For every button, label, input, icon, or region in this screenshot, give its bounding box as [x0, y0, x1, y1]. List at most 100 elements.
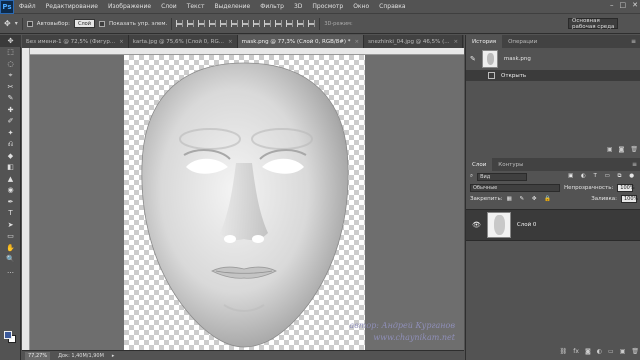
show-controls-checkbox[interactable] — [98, 20, 105, 27]
tab-layers[interactable]: Слои — [466, 158, 493, 171]
filter-icons[interactable]: ▣ ◐ T ▭ ⧉ ● — [568, 173, 637, 180]
layer-name[interactable]: Слой 0 — [517, 222, 537, 228]
options-bar: ✥ ▾ Автовыбор: Слой Показать упр. элем. … — [0, 14, 640, 34]
tool-button[interactable]: ⌖ — [0, 70, 21, 82]
tool-button[interactable]: ➤ — [0, 219, 21, 231]
menu-item[interactable]: Окно — [348, 3, 374, 10]
new-document-icon[interactable]: ▣ — [607, 146, 613, 153]
close-tab-icon[interactable]: × — [354, 39, 359, 45]
distribute-bottom-icon[interactable] — [264, 20, 272, 27]
tool-button[interactable]: ✦ — [0, 127, 21, 139]
tool-button[interactable]: ✥ — [0, 35, 21, 47]
menu-item[interactable]: Выделение — [209, 3, 255, 10]
zoom-field[interactable]: 77,27% — [25, 351, 51, 360]
tab-paths[interactable]: Контуры — [492, 158, 529, 171]
mask-image[interactable] — [124, 55, 365, 350]
menu-item[interactable]: Просмотр — [307, 3, 348, 10]
tool-button[interactable]: ⬚ — [0, 47, 21, 59]
close-button[interactable]: ✕ — [632, 1, 638, 9]
tab-history[interactable]: История — [466, 35, 503, 48]
tool-button[interactable]: ◌ — [0, 58, 21, 70]
menu-item[interactable]: Слои — [156, 3, 182, 10]
lock-icons[interactable]: ▦ ✎ ✥ 🔒 — [507, 196, 555, 202]
group-icon[interactable]: ▭ — [608, 348, 614, 355]
tab-actions[interactable]: Операции — [502, 35, 543, 48]
auto-align-icon[interactable] — [308, 20, 316, 27]
align-left-icon[interactable] — [209, 20, 217, 27]
maximize-button[interactable]: □ — [620, 1, 627, 9]
layer-row[interactable]: 👁 Слой 0 — [466, 209, 640, 241]
document-tab[interactable]: karta.jpg @ 75,6% (Слой 0, RG... × — [129, 35, 238, 48]
align-bottom-icon[interactable] — [198, 20, 206, 27]
tool-button[interactable]: … — [0, 265, 21, 277]
menu-item[interactable]: Справка — [374, 3, 410, 10]
close-tab-icon[interactable]: × — [119, 39, 124, 45]
document-tab[interactable]: Без имени-1 @ 72,5% (Фигур... × — [22, 35, 129, 48]
close-tab-icon[interactable]: × — [454, 39, 459, 45]
link-layers-icon[interactable]: ⛓ — [560, 348, 568, 355]
tool-button[interactable]: 🔍 — [0, 254, 21, 266]
menu-item[interactable]: Изображение — [103, 3, 156, 10]
fx-icon[interactable]: fx — [573, 348, 579, 355]
vertical-ruler[interactable] — [22, 48, 30, 350]
tool-button[interactable]: ◧ — [0, 162, 21, 174]
document-tab[interactable]: snezhinki_04.jpg @ 46,5% (... × — [364, 35, 464, 48]
panel-menu-icon[interactable]: ≡ — [631, 38, 636, 45]
blend-mode-dropdown[interactable]: Обычные — [470, 183, 560, 192]
distribute-right-icon[interactable] — [297, 20, 305, 27]
tool-button[interactable]: ⎌ — [0, 139, 21, 151]
distribute-left-icon[interactable] — [275, 20, 283, 27]
tool-button[interactable]: ◉ — [0, 185, 21, 197]
menu-item[interactable]: Фильтр — [255, 3, 289, 10]
tool-button[interactable]: ✎ — [0, 93, 21, 105]
trash-icon[interactable]: 🗑 — [630, 146, 638, 153]
foreground-color-swatch[interactable] — [4, 331, 12, 339]
adjustment-icon[interactable]: ◐ — [597, 348, 602, 355]
layer-thumbnail — [486, 212, 511, 238]
move-tool-icon[interactable]: ✥ — [4, 19, 11, 28]
menu-item[interactable]: Файл — [14, 3, 41, 10]
menu-item[interactable]: 3D — [289, 3, 307, 10]
tool-preset-icon[interactable]: ▾ — [15, 20, 18, 27]
align-hcenter-icon[interactable] — [220, 20, 228, 27]
horizontal-ruler[interactable] — [30, 48, 464, 55]
camera-icon[interactable]: ◙ — [619, 146, 625, 153]
distribute-top-icon[interactable] — [242, 20, 250, 27]
align-right-icon[interactable] — [231, 20, 239, 27]
workspace-dropdown[interactable]: Основная рабочая среда — [568, 18, 618, 30]
tool-button[interactable]: ▭ — [0, 231, 21, 243]
tool-button[interactable]: ✚ — [0, 104, 21, 116]
close-tab-icon[interactable]: × — [228, 39, 233, 45]
separator — [21, 17, 23, 30]
tool-button[interactable]: T — [0, 208, 21, 220]
tool-button[interactable]: ▲ — [0, 173, 21, 185]
distribute-vcenter-icon[interactable] — [253, 20, 261, 27]
menu-item[interactable]: Редактирование — [41, 3, 103, 10]
align-top-icon[interactable] — [176, 20, 184, 27]
history-snapshot[interactable]: ✎ mask.png — [466, 48, 640, 70]
minimize-button[interactable]: – — [610, 1, 614, 9]
history-step[interactable]: Открыть — [466, 70, 640, 81]
add-mask-icon[interactable]: ◙ — [585, 348, 591, 355]
brush-source-icon[interactable]: ✎ — [470, 55, 476, 63]
tool-button[interactable]: ✋ — [0, 242, 21, 254]
tool-button[interactable]: ✂ — [0, 81, 21, 93]
tool-button[interactable]: ✐ — [0, 116, 21, 128]
visibility-eye-icon[interactable]: 👁 — [472, 221, 481, 229]
delete-layer-icon[interactable]: 🗑 — [631, 348, 639, 355]
new-layer-icon[interactable]: ▣ — [620, 348, 626, 355]
status-arrow-icon[interactable]: ▸ — [112, 353, 115, 359]
opacity-input[interactable]: 100% — [617, 183, 635, 192]
layer-filter-dropdown[interactable]: Вид — [477, 172, 528, 181]
align-vcenter-icon[interactable] — [187, 20, 195, 27]
auto-select-checkbox[interactable] — [26, 20, 33, 27]
distribute-hcenter-icon[interactable] — [286, 20, 294, 27]
menu-item[interactable]: Текст — [182, 3, 210, 10]
document-tab[interactable]: mask.png @ 77,3% (Слой 0, RGB/8#) * × — [237, 35, 365, 48]
auto-select-dropdown[interactable]: Слой — [73, 19, 95, 28]
tool-button[interactable]: ◆ — [0, 150, 21, 162]
separator — [319, 17, 321, 30]
panel-menu-icon[interactable]: ≡ — [632, 161, 637, 168]
tool-button[interactable]: ✒ — [0, 196, 21, 208]
fill-input[interactable]: 100% — [621, 194, 638, 203]
